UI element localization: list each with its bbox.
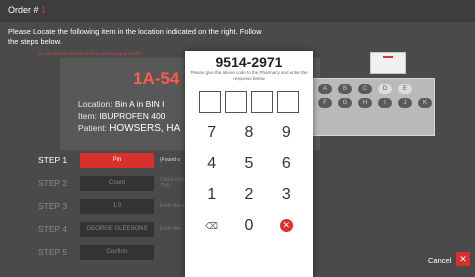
drawer-indicator	[383, 56, 393, 58]
cabinet-row-1: A B C D E	[318, 84, 412, 94]
patient-row: Patient: HOWSERS, HA	[78, 122, 180, 135]
cancel-label[interactable]: Cancel	[428, 256, 451, 265]
cabinet-row-2: F G H I J K	[318, 98, 432, 108]
item-label: Item:	[78, 111, 97, 121]
clear-icon: ✕	[279, 219, 293, 233]
item-details: Location: Bin A in BIN I Item: IBUPROFEN…	[78, 98, 180, 135]
pin-digit-1[interactable]	[199, 91, 221, 113]
instructions: Please Locate the following item in the …	[8, 27, 262, 46]
cancel-icon[interactable]: ✕	[456, 252, 470, 266]
bin-g: G	[338, 98, 352, 108]
step-5-label: STEP 5	[38, 247, 68, 257]
bin-d: D	[378, 84, 392, 94]
key-5[interactable]: 5	[230, 154, 267, 174]
pin-entry-boxes	[199, 91, 299, 113]
key-0[interactable]: 0	[230, 216, 267, 236]
top-bar	[0, 0, 475, 22]
clear-button[interactable]: ✕	[268, 216, 305, 236]
bin-j: J	[398, 98, 412, 108]
order-label: Order #	[8, 5, 39, 15]
key-2[interactable]: 2	[230, 185, 267, 205]
backspace-icon[interactable]: ⌫	[193, 216, 230, 236]
bin-h: H	[358, 98, 372, 108]
bin-c: C	[358, 84, 372, 94]
order-value: 1	[41, 5, 47, 15]
pharmacy-code: 9514-2971	[215, 54, 283, 70]
cabinet-drawer-top	[370, 52, 406, 74]
patient-label: Patient:	[78, 123, 107, 133]
key-4[interactable]: 4	[193, 154, 230, 174]
key-1[interactable]: 1	[193, 185, 230, 205]
location-row: Location: Bin A in BIN I	[78, 98, 180, 110]
step-1-label: STEP 1	[38, 155, 68, 165]
key-8[interactable]: 8	[230, 123, 267, 143]
patient-value: HOWSERS, HA	[109, 123, 181, 134]
key-7[interactable]: 7	[193, 123, 230, 143]
bin-code: 1A-54	[133, 69, 180, 88]
bin-b: B	[338, 84, 352, 94]
location-label: Location:	[78, 99, 113, 109]
location-value: Bin A in BIN I	[114, 99, 165, 109]
pharmacy-code-hint: Please give the above code to the Pharma…	[190, 70, 308, 81]
pin-digit-3[interactable]	[251, 91, 273, 113]
step-2-count-button[interactable]: Count	[80, 175, 154, 191]
bin-i: I	[378, 98, 392, 108]
bin-e: E	[398, 84, 412, 94]
step-3-label: STEP 3	[38, 201, 68, 211]
step-3-quantity-button[interactable]: 1.0	[80, 198, 154, 214]
bin-f: F	[318, 98, 332, 108]
step-5: STEP 5 Confirm	[38, 243, 154, 261]
pin-digit-4[interactable]	[277, 91, 299, 113]
key-6[interactable]: 6	[268, 154, 305, 174]
key-9[interactable]: 9	[268, 123, 305, 143]
item-row: Item: IBUPROFEN 400	[78, 110, 180, 122]
step-5-confirm-button[interactable]: Confirm	[80, 244, 154, 260]
bin-a: A	[318, 84, 332, 94]
step-4-witness-button[interactable]: GEORGE GLEESONS	[80, 221, 154, 237]
step-1-pin-button[interactable]: Pin	[80, 152, 154, 168]
step-4-label: STEP 4	[38, 224, 68, 234]
bin-k: K	[418, 98, 432, 108]
keypad-grid: 7 8 9 4 5 6 1 2 3 ⌫ 0 ✕	[193, 123, 305, 236]
key-3[interactable]: 3	[268, 185, 305, 205]
item-value: IBUPROFEN 400	[99, 111, 166, 121]
pin-digit-2[interactable]	[225, 91, 247, 113]
pin-keypad-dialog: 9514-2971 Please give the above code to …	[185, 51, 313, 277]
step-2-label: STEP 2	[38, 178, 68, 188]
order-number: Order # 1	[8, 5, 46, 15]
